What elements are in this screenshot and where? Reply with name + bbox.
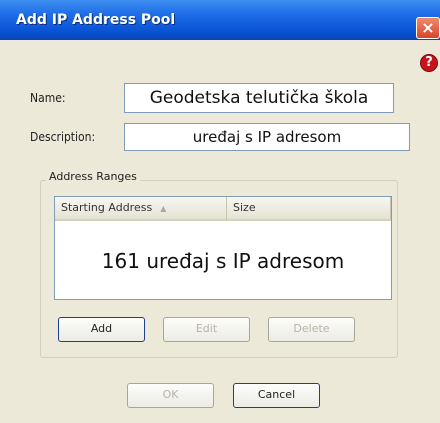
description-field[interactable]: uređaj s IP adresom bbox=[124, 123, 410, 151]
description-label: Description: bbox=[30, 130, 96, 144]
address-ranges-list[interactable]: Starting Address ▲ Size 161 uređaj s IP a… bbox=[54, 196, 392, 300]
close-icon: × bbox=[421, 18, 435, 37]
help-icon[interactable]: ? bbox=[420, 54, 438, 72]
edit-button[interactable]: Edit bbox=[163, 317, 250, 342]
title-bar: Add IP Address Pool × bbox=[0, 0, 440, 40]
add-button[interactable]: Add bbox=[58, 317, 145, 342]
ok-button[interactable]: OK bbox=[127, 383, 214, 408]
help-glyph: ? bbox=[425, 55, 433, 70]
delete-button[interactable]: Delete bbox=[268, 317, 355, 342]
name-label: Name: bbox=[30, 91, 66, 105]
column-header-label: Size bbox=[233, 201, 256, 214]
list-item: 161 uređaj s IP adresom bbox=[101, 249, 345, 273]
close-button[interactable]: × bbox=[416, 17, 440, 39]
column-header-starting-address[interactable]: Starting Address ▲ bbox=[55, 197, 227, 221]
sort-ascending-icon: ▲ bbox=[160, 204, 167, 213]
column-header-size[interactable]: Size bbox=[227, 197, 391, 221]
address-ranges-label: Address Ranges bbox=[46, 170, 140, 183]
column-header-label: Starting Address bbox=[61, 201, 153, 214]
dialog-title: Add IP Address Pool bbox=[16, 12, 176, 28]
name-field[interactable]: Geodetska telutička škola bbox=[124, 83, 394, 113]
cancel-button[interactable]: Cancel bbox=[233, 383, 320, 408]
